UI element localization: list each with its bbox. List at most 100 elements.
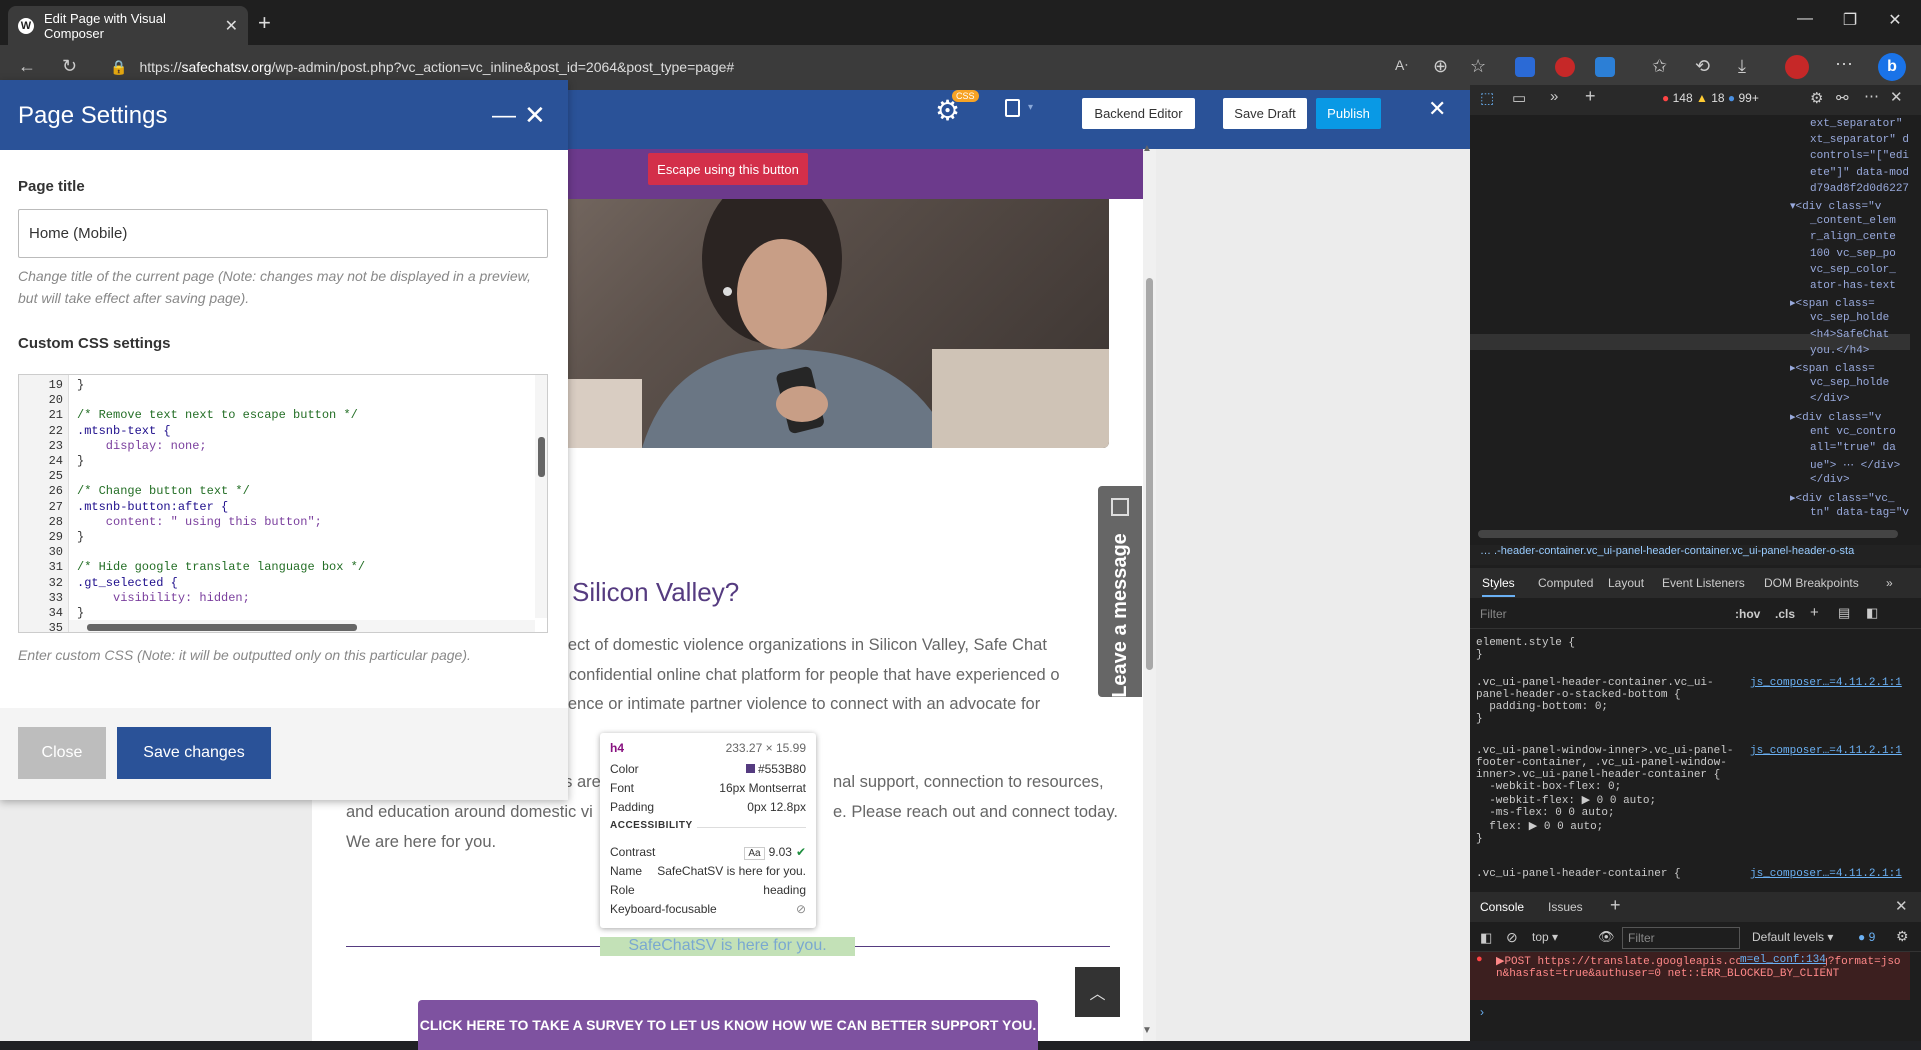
console-settings-icon[interactable]: ⚙ (1896, 928, 1909, 945)
dom-node-line[interactable]: ent vc_contro (1810, 426, 1896, 438)
dom-node-line[interactable]: r_align_cente (1810, 231, 1896, 243)
device-toolbar-icon[interactable]: ▭ (1512, 89, 1526, 107)
dom-node-line[interactable]: controls="["edi (1810, 150, 1909, 162)
url-field[interactable]: 🔒 https://safechatsv.org/wp-admin/post.p… (110, 50, 1410, 84)
close-button[interactable]: Close (18, 727, 106, 779)
publish-button[interactable]: Publish (1316, 98, 1381, 129)
history-icon[interactable]: ⟲ (1695, 56, 1710, 77)
dom-node-line[interactable]: you.</h4> (1810, 345, 1869, 357)
slider-dot[interactable] (723, 287, 732, 296)
editor-h-scrollbar-thumb[interactable] (87, 624, 357, 631)
console-prompt[interactable]: › (1480, 1005, 1484, 1019)
dom-node-line[interactable]: ue"> ⋯ </div> (1810, 458, 1900, 472)
settings-gear-icon[interactable]: ⚙ (1810, 89, 1823, 107)
close-tab-icon[interactable]: ✕ (225, 16, 238, 36)
dom-node-line[interactable]: d79ad8f2d0d6227 (1810, 183, 1909, 195)
read-aloud-icon[interactable]: Aᐧ (1395, 57, 1408, 74)
css-rule[interactable]: element.style { } (1476, 637, 1575, 661)
connect-icon[interactable]: ⚯ (1836, 89, 1849, 107)
more-menu-icon[interactable]: ⋯ (1835, 54, 1853, 75)
add-drawer-tab-icon[interactable]: + (1610, 895, 1621, 916)
dom-breadcrumb[interactable]: … .-header-container.vc_ui-panel-header-… (1470, 545, 1921, 565)
ublock-extension-icon[interactable] (1555, 57, 1575, 77)
inspect-element-icon[interactable]: ⬚ (1480, 89, 1494, 107)
tab-dom-breakpoints[interactable]: DOM Breakpoints (1764, 576, 1859, 590)
dom-node-line[interactable]: ▸<span class= (1790, 296, 1875, 310)
live-expression-icon[interactable]: 👁 (1598, 929, 1615, 945)
close-editor-icon[interactable]: ✕ (1428, 96, 1446, 122)
page-title-input[interactable]: Home (Mobile) (18, 209, 548, 258)
save-draft-button[interactable]: Save Draft (1223, 98, 1307, 129)
css-source-link[interactable]: js_composer…=4.11.2.1:1 (1750, 745, 1902, 757)
favorite-add-icon[interactable]: ☆ (1470, 56, 1486, 77)
dom-node-line[interactable]: tn" data-tag="v (1810, 507, 1909, 519)
clear-console-icon[interactable]: ⊘ (1506, 929, 1518, 946)
dom-node-line[interactable]: ete"]" data-mod (1810, 167, 1909, 179)
computed-styles-icon[interactable]: ▤ (1838, 605, 1850, 621)
editor-v-scrollbar[interactable] (535, 375, 547, 618)
minimize-window-button[interactable]: — (1785, 10, 1825, 28)
close-devtools-icon[interactable]: ✕ (1890, 88, 1903, 106)
close-panel-icon[interactable]: ✕ (524, 100, 546, 131)
dom-node-line[interactable]: <h4>SafeChat (1810, 329, 1889, 341)
restore-window-button[interactable]: ❐ (1830, 10, 1870, 30)
css-rule[interactable]: .vc_ui-panel-window-inner>.vc_ui-panel- … (1476, 745, 1733, 845)
bing-icon[interactable]: b (1878, 53, 1906, 81)
tab-computed[interactable]: Computed (1538, 576, 1593, 590)
close-drawer-icon[interactable]: ✕ (1895, 897, 1908, 915)
dom-node-line[interactable]: vc_sep_holde (1810, 312, 1889, 324)
sidebar-toggle-icon[interactable]: ◧ (1480, 930, 1492, 946)
add-tab-icon[interactable]: + (1585, 86, 1596, 107)
close-icon[interactable] (1111, 498, 1129, 516)
cls-toggle[interactable]: .cls (1775, 607, 1795, 621)
dom-node-line[interactable]: ▸<div class="vc_ (1790, 491, 1895, 505)
more-tabs-icon[interactable]: » (1886, 576, 1893, 590)
dom-node-line[interactable]: ▸<span class= (1790, 361, 1875, 375)
escape-button[interactable]: Escape using this button (648, 153, 808, 185)
tab-issues[interactable]: Issues (1548, 900, 1583, 914)
log-levels-select[interactable]: Default levels ▾ (1752, 930, 1833, 944)
tab-event-listeners[interactable]: Event Listeners (1662, 576, 1745, 590)
dom-node-line[interactable]: 100 vc_sep_po (1810, 248, 1896, 260)
css-rule[interactable]: .vc_ui-panel-header-container { (1476, 868, 1681, 880)
editor-v-scrollbar-thumb[interactable] (538, 437, 545, 477)
css-source-link[interactable]: js_composer…=4.11.2.1:1 (1750, 868, 1902, 880)
css-rule[interactable]: .vc_ui-panel-header-container.vc_ui- pan… (1476, 677, 1714, 725)
tab-layout[interactable]: Layout (1608, 576, 1644, 590)
new-rule-icon[interactable]: + (1810, 604, 1819, 621)
context-select[interactable]: top ▾ (1532, 930, 1558, 944)
styles-filter-input[interactable]: Filter (1480, 607, 1507, 621)
dom-node-line[interactable]: xt_separator" d (1810, 134, 1909, 146)
downloads-icon[interactable]: ⤓ (1738, 56, 1746, 77)
css-code-editor[interactable]: 19} 20 21 /* Remove text next to escape but… (18, 374, 548, 633)
dom-node-line[interactable]: </div> (1810, 393, 1850, 405)
issue-counts[interactable]: ● 148 ▲ 18 ● 99+ (1662, 91, 1759, 105)
back-icon[interactable]: ← (18, 56, 36, 77)
scroll-down-arrow-icon[interactable]: ▼ (1142, 1025, 1152, 1036)
zoom-icon[interactable]: ⊕ (1433, 56, 1448, 77)
dom-node-line[interactable]: ext_separator" (1810, 118, 1902, 130)
profile-avatar[interactable] (1785, 55, 1809, 79)
responsive-view-icon[interactable] (1005, 99, 1020, 117)
reload-icon[interactable]: ↻ (62, 56, 77, 77)
new-tab-button[interactable]: + (258, 10, 271, 36)
shield-extension-icon[interactable] (1515, 57, 1535, 77)
tab-styles[interactable]: Styles (1482, 576, 1515, 597)
dom-node-line[interactable]: ▾<div class="v (1790, 199, 1881, 213)
dom-node-line[interactable]: vc_sep_color_ (1810, 264, 1896, 276)
dom-node-line[interactable]: ▸<div class="v (1790, 410, 1881, 424)
more-tabs-icon[interactable]: » (1550, 88, 1558, 105)
more-options-icon[interactable]: ⋯ (1864, 87, 1879, 105)
save-changes-button[interactable]: Save changes (117, 727, 271, 779)
css-source-link[interactable]: js_composer…=4.11.2.1:1 (1750, 677, 1902, 689)
close-window-button[interactable]: ✕ (1875, 10, 1915, 30)
hov-toggle[interactable]: :hov (1735, 607, 1760, 621)
dom-h-scrollbar[interactable] (1478, 530, 1898, 538)
tab-console[interactable]: Console (1480, 900, 1524, 914)
console-filter-input[interactable]: Filter (1622, 927, 1740, 949)
scroll-up-arrow-icon[interactable]: ▲ (1142, 143, 1152, 154)
dom-node-line[interactable]: all="true" da (1810, 442, 1896, 454)
leave-message-tab[interactable]: Leave a message (1098, 486, 1142, 698)
favorites-icon[interactable]: ✩ (1652, 56, 1667, 77)
dom-node-line[interactable]: ator-has-text (1810, 280, 1896, 292)
